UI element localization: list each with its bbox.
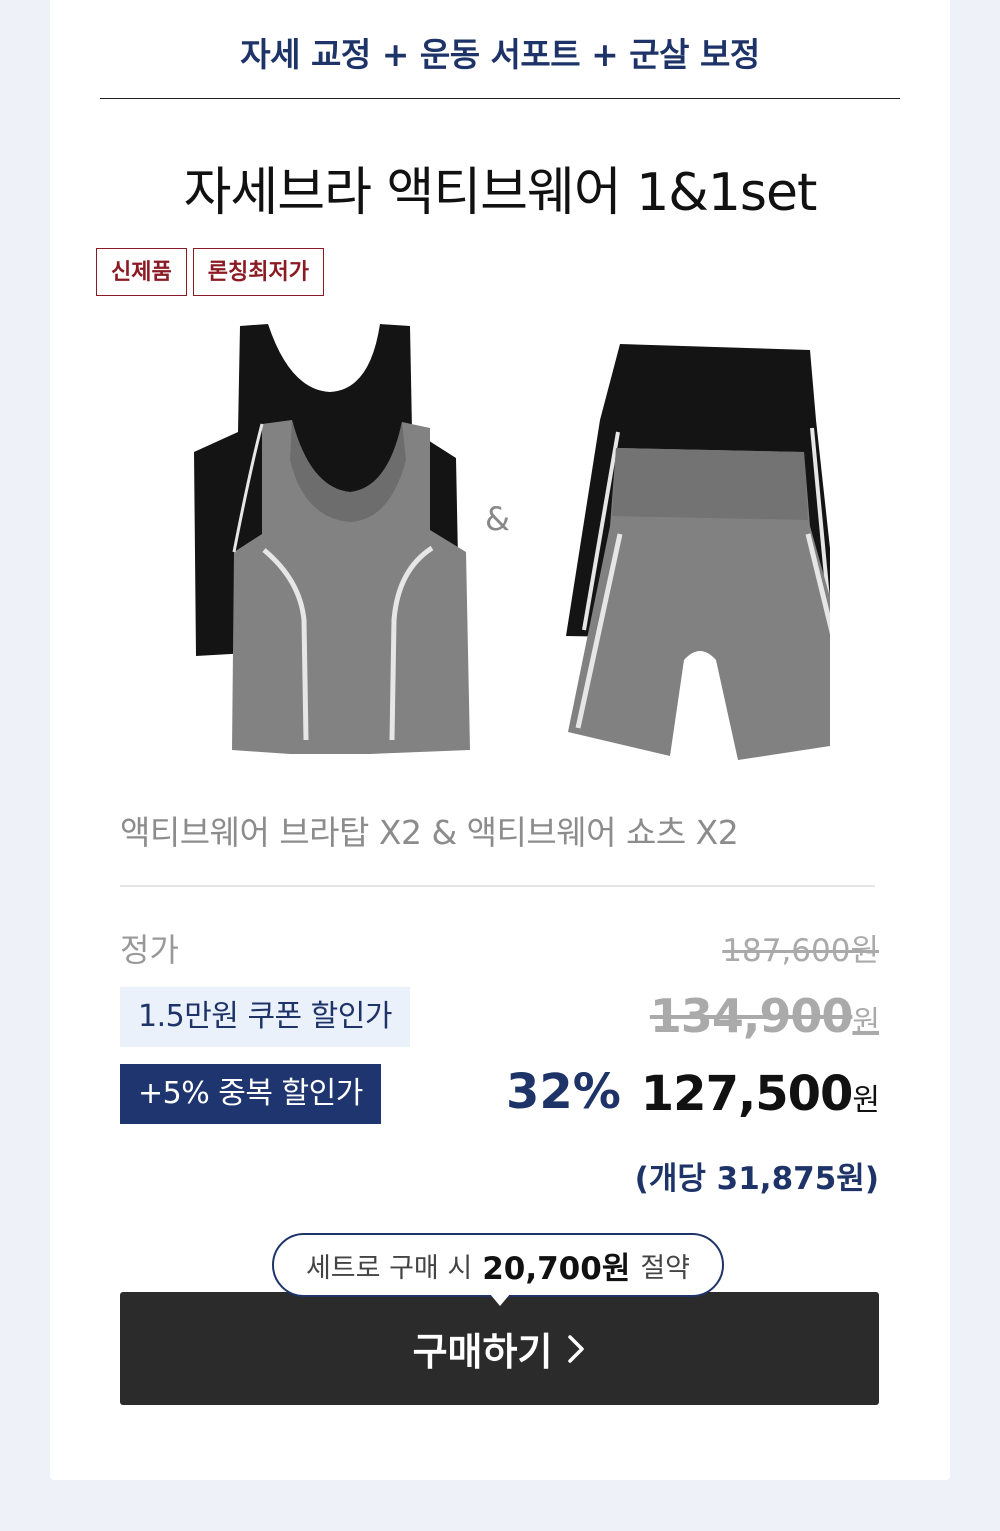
coupon-price-unit: 원 [852, 1005, 880, 1040]
discount-percent: 32% [506, 1064, 621, 1120]
regular-price-row: 정가 187,600원 [120, 925, 879, 975]
product-card: 자세 교정 + 운동 서포트 + 군살 보정 자세브라 액티브웨어 1&1set… [50, 0, 950, 1480]
bubble-tail [490, 1294, 510, 1306]
unit-price: (개당 31,875원) [634, 1161, 879, 1197]
savings-prefix: 세트로 구매 시 [305, 1252, 473, 1284]
product-image[interactable] [180, 320, 830, 770]
tagline: 자세 교정 + 운동 서포트 + 군살 보정 [240, 35, 760, 74]
savings-suffix: 절약 [640, 1252, 691, 1284]
final-price-unit: 원 [852, 1083, 880, 1118]
badge-lowest-price: 론칭최저가 [192, 248, 324, 296]
coupon-price-row: 1.5만원 쿠폰 할인가 134,900원 [120, 987, 880, 1049]
badge-new: 신제품 [96, 248, 187, 296]
ampersand-label: & [485, 500, 510, 538]
savings-bubble: 세트로 구매 시 20,700원 절약 [272, 1233, 724, 1297]
product-title: 자세브라 액티브웨어 1&1set [183, 163, 818, 223]
coupon-price: 134,900원 [649, 989, 880, 1043]
regular-price-label: 정가 [120, 931, 179, 969]
coupon-label: 1.5만원 쿠폰 할인가 [120, 987, 410, 1047]
buy-button-label: 구매하기 [412, 1330, 553, 1374]
final-price: 127,500원 [640, 1066, 880, 1122]
regular-price: 187,600원 [722, 933, 879, 969]
divider [100, 98, 900, 99]
coupon-price-value: 134,900 [649, 989, 854, 1043]
chevron-right-icon [568, 1334, 585, 1363]
final-price-row: +5% 중복 할인가 32% 127,500원 [120, 1064, 880, 1126]
unit-price-row: (개당 31,875원) [120, 1153, 879, 1197]
extra-discount-label: +5% 중복 할인가 [120, 1064, 381, 1124]
product-description: 액티브웨어 브라탑 X2 & 액티브웨어 쇼츠 X2 [120, 813, 739, 852]
final-price-value: 127,500 [640, 1066, 854, 1122]
buy-button[interactable]: 구매하기 [120, 1292, 879, 1405]
divider [120, 885, 875, 887]
savings-amount: 20,700원 [482, 1250, 631, 1287]
badge-list: 신제품 론칭최저가 [96, 248, 324, 296]
